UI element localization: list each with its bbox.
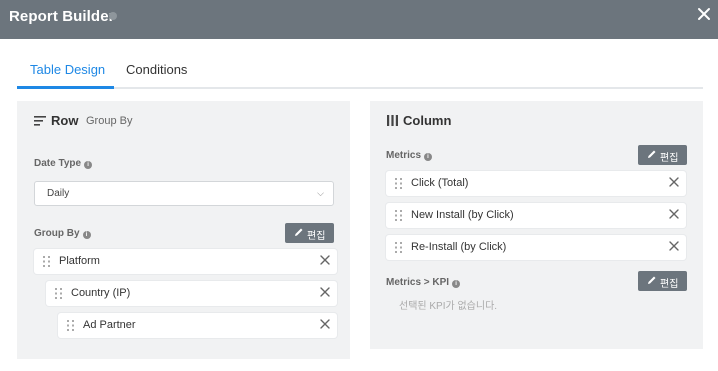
date-type-select[interactable]: Daily ⌵ bbox=[34, 181, 334, 206]
date-type-label: Date Type i bbox=[34, 158, 93, 169]
edit-label: 편집 bbox=[660, 279, 679, 290]
remove-icon[interactable] bbox=[319, 318, 331, 330]
metric-item-re-install[interactable]: Re-Install (by Click) bbox=[386, 235, 686, 260]
pencil-icon bbox=[648, 276, 656, 284]
title-bar: Report Builder bbox=[0, 0, 718, 39]
item-label: Ad Partner bbox=[83, 319, 136, 331]
group-by-item-platform[interactable]: Platform bbox=[34, 249, 337, 274]
drag-handle-icon[interactable] bbox=[55, 288, 63, 299]
pencil-icon bbox=[295, 228, 303, 236]
row-subtitle: Group By bbox=[86, 115, 133, 127]
remove-icon[interactable] bbox=[668, 176, 680, 188]
column-panel: Column Metrics i 편집 Click (Total) New Ins… bbox=[370, 101, 703, 349]
close-icon[interactable] bbox=[696, 6, 712, 22]
tab-conditions[interactable]: Conditions bbox=[126, 62, 187, 77]
metrics-label-text: Metrics bbox=[386, 150, 422, 161]
date-type-label-text: Date Type bbox=[34, 158, 82, 169]
metrics-edit-button[interactable]: 편집 bbox=[638, 145, 687, 165]
metric-item-new-install[interactable]: New Install (by Click) bbox=[386, 203, 686, 228]
pencil-icon bbox=[648, 150, 656, 158]
info-icon[interactable]: i bbox=[82, 231, 91, 239]
drag-handle-icon[interactable] bbox=[395, 210, 403, 221]
kpi-label-text: Metrics > KPI bbox=[386, 277, 450, 288]
drag-handle-icon[interactable] bbox=[43, 256, 51, 267]
edit-label: 편집 bbox=[307, 231, 326, 242]
column-title: Column bbox=[403, 113, 452, 128]
metric-item-click-total[interactable]: Click (Total) bbox=[386, 171, 686, 196]
group-by-label-text: Group By bbox=[34, 228, 80, 239]
date-type-value: Daily bbox=[47, 188, 70, 199]
item-label: Platform bbox=[59, 255, 100, 267]
info-icon[interactable]: i bbox=[84, 161, 93, 169]
metrics-label: Metrics i bbox=[386, 150, 433, 161]
row-title: Row bbox=[51, 113, 79, 128]
group-by-label: Group By i bbox=[34, 228, 91, 239]
edit-label: 편집 bbox=[660, 153, 679, 164]
remove-icon[interactable] bbox=[319, 254, 331, 266]
info-icon[interactable] bbox=[109, 12, 117, 20]
group-by-edit-button[interactable]: 편집 bbox=[285, 223, 334, 243]
drag-handle-icon[interactable] bbox=[395, 178, 403, 189]
remove-icon[interactable] bbox=[319, 286, 331, 298]
tab-table-design[interactable]: Table Design bbox=[30, 62, 105, 77]
chevron-down-icon: ⌵ bbox=[317, 188, 324, 198]
drag-handle-icon[interactable] bbox=[395, 242, 403, 253]
drag-handle-icon[interactable] bbox=[67, 320, 75, 331]
sort-lines-icon bbox=[34, 116, 46, 126]
remove-icon[interactable] bbox=[668, 240, 680, 252]
active-tab-indicator bbox=[17, 86, 114, 89]
item-label: Click (Total) bbox=[411, 177, 469, 189]
tab-bar: Table Design Conditions bbox=[17, 56, 703, 89]
columns-icon bbox=[387, 115, 398, 126]
kpi-edit-button[interactable]: 편집 bbox=[638, 271, 687, 291]
info-icon[interactable]: i bbox=[424, 153, 433, 161]
group-by-item-country[interactable]: Country (IP) bbox=[46, 281, 337, 306]
window-title: Report Builder bbox=[9, 8, 115, 25]
item-label: Country (IP) bbox=[71, 287, 131, 299]
remove-icon[interactable] bbox=[668, 208, 680, 220]
row-panel: Row Group By Date Type i Daily ⌵ Group By… bbox=[17, 101, 350, 359]
item-label: Re-Install (by Click) bbox=[411, 241, 507, 253]
kpi-empty-message: 선택된 KPI가 없습니다. bbox=[399, 301, 498, 312]
kpi-label: Metrics > KPI i bbox=[386, 277, 461, 288]
group-by-item-ad-partner[interactable]: Ad Partner bbox=[58, 313, 337, 338]
item-label: New Install (by Click) bbox=[411, 209, 514, 221]
info-icon[interactable]: i bbox=[452, 280, 461, 288]
